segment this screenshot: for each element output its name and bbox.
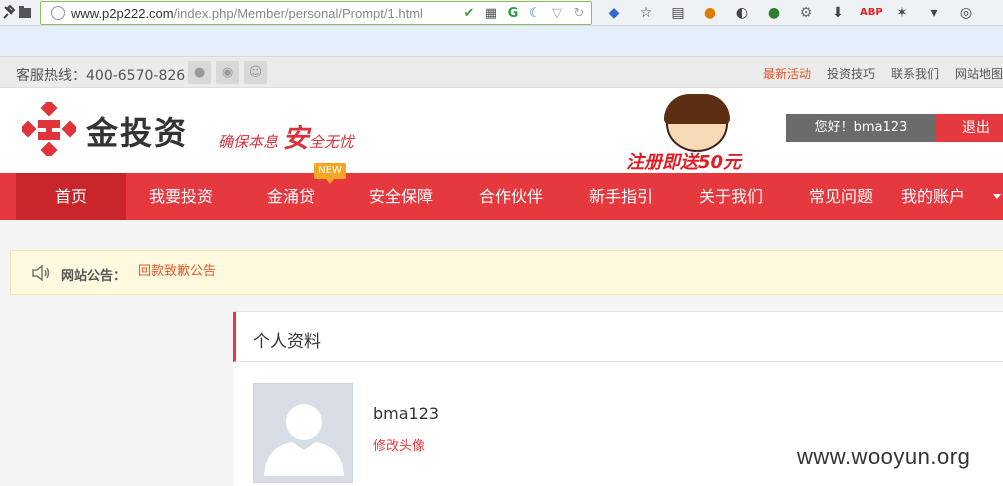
cartoon-hair <box>664 94 730 124</box>
url-host: www.p2p222.com <box>71 6 174 21</box>
site-header: 金投资 确保本息 安全无忧 注册即送50元 您好！bma123 退出 <box>0 88 1003 174</box>
watermark: www.wooyun.org <box>797 444 971 469</box>
adblock-icon[interactable]: ABP <box>860 3 883 23</box>
browser-left-controls <box>0 4 40 22</box>
tools-icon[interactable] <box>2 4 16 22</box>
nav-security[interactable]: 安全保障 <box>346 173 456 220</box>
notice-label: 网站公告： <box>61 269 127 284</box>
edit-avatar-link[interactable]: 修改头像 <box>373 435 425 454</box>
nav-guide[interactable]: 新手指引 <box>566 173 676 220</box>
globe-icon <box>51 6 65 20</box>
fox-icon[interactable]: ● <box>700 3 720 23</box>
notice-link[interactable]: 回款致歉公告 <box>138 260 216 279</box>
link-contact-us[interactable]: 联系我们 <box>891 65 939 82</box>
chevron-down-icon[interactable]: ▾ <box>924 3 944 23</box>
clipboard-icon[interactable]: ▤ <box>668 3 688 23</box>
google-translate-icon[interactable]: G <box>505 6 521 22</box>
profile-username: bma123 <box>373 404 440 423</box>
browser-extension-icons: ◆ ☆ ▤ ● ◐ ● ⚙ ⬇ ABP ✶ ▾ ◎ <box>604 3 988 23</box>
wechat-icon[interactable]: ● <box>188 61 211 84</box>
gear-menu-icon[interactable]: ⚙ <box>796 3 816 23</box>
avatar[interactable] <box>253 383 353 483</box>
chevron-down-icon[interactable] <box>993 194 1001 199</box>
qr-code-icon[interactable]: ▦ <box>483 6 499 22</box>
logo-icon[interactable] <box>22 102 76 156</box>
link-site-map[interactable]: 网站地图 <box>955 65 1003 82</box>
slogan: 确保本息 安全无忧 <box>218 118 354 155</box>
user-icon[interactable]: ☺ <box>244 61 267 84</box>
new-badge: NEW <box>314 163 346 184</box>
customer-hotline: 客服热线：400-6570-826 <box>16 68 186 84</box>
link-investment-tips[interactable]: 投资技巧 <box>827 65 875 82</box>
main-nav: 首页 我要投资 金涌贷 安全保障 合作伙伴 新手指引 关于我们 常见问题 我的账… <box>0 173 1003 220</box>
default-avatar-icon <box>264 404 344 476</box>
nav-about[interactable]: 关于我们 <box>676 173 786 220</box>
promo-text: 注册即送50元 <box>626 152 742 173</box>
browser-notification-strip <box>0 26 1003 56</box>
nav-home[interactable]: 首页 <box>16 173 126 220</box>
logo-text[interactable]: 金投资 <box>86 108 188 154</box>
user-greeting[interactable]: 您好！bma123 <box>786 114 936 142</box>
site-top-bar: 客服热线：400-6570-826 ● ◉ ☺ 最新活动 投资技巧 联系我们 网… <box>0 56 1003 88</box>
register-promo-banner[interactable]: 注册即送50元 <box>626 94 768 176</box>
site-notice: 网站公告： 回款致歉公告 <box>10 250 1003 295</box>
palette-icon[interactable]: ◐ <box>732 3 752 23</box>
top-links: 最新活动 投资技巧 联系我们 网站地图 <box>747 65 1003 82</box>
speaker-icon <box>32 264 50 282</box>
nav-faq[interactable]: 常见问题 <box>786 173 896 220</box>
browser-toolbar: www.p2p222.com/index.php/Member/personal… <box>0 0 1003 26</box>
page-title: 个人资料 <box>253 332 321 352</box>
folder-icon[interactable] <box>18 4 32 22</box>
url-text[interactable]: www.p2p222.com/index.php/Member/personal… <box>71 6 423 21</box>
slogan-part1: 确保本息 <box>218 133 279 151</box>
url-path: /index.php/Member/personal/Prompt/1.html <box>173 6 423 21</box>
dropdown-arrow-icon[interactable]: ▽ <box>549 6 565 22</box>
nav-partners[interactable]: 合作伙伴 <box>456 173 566 220</box>
moon-icon[interactable]: ☾ <box>527 6 543 22</box>
green-orb-icon[interactable]: ● <box>764 3 784 23</box>
slogan-big-char: 安 <box>282 124 309 154</box>
refresh-icon[interactable]: ↻ <box>571 6 587 22</box>
globe-menu-icon[interactable]: ◎ <box>956 3 976 23</box>
download-icon[interactable]: ⬇ <box>828 3 848 23</box>
address-bar[interactable]: www.p2p222.com/index.php/Member/personal… <box>40 1 592 25</box>
slogan-part2: 全无忧 <box>308 133 354 151</box>
address-bar-icons: ✔ ▦ G ☾ ▽ ↻ <box>461 5 587 23</box>
nav-my-account[interactable]: 我的账户 <box>886 173 980 220</box>
logout-button[interactable]: 退出 <box>936 114 1003 142</box>
social-links: ● ◉ ☺ <box>188 61 267 84</box>
link-latest-events[interactable]: 最新活动 <box>763 65 811 82</box>
weibo-icon[interactable]: ◉ <box>216 61 239 84</box>
panel-title-bar: 个人资料 <box>233 312 1003 362</box>
bug-icon[interactable]: ✶ <box>892 3 912 23</box>
star-icon[interactable]: ☆ <box>636 3 656 23</box>
nav-invest[interactable]: 我要投资 <box>126 173 236 220</box>
shield-check-icon[interactable]: ✔ <box>461 6 477 22</box>
bookmark-icon[interactable]: ◆ <box>604 3 624 23</box>
